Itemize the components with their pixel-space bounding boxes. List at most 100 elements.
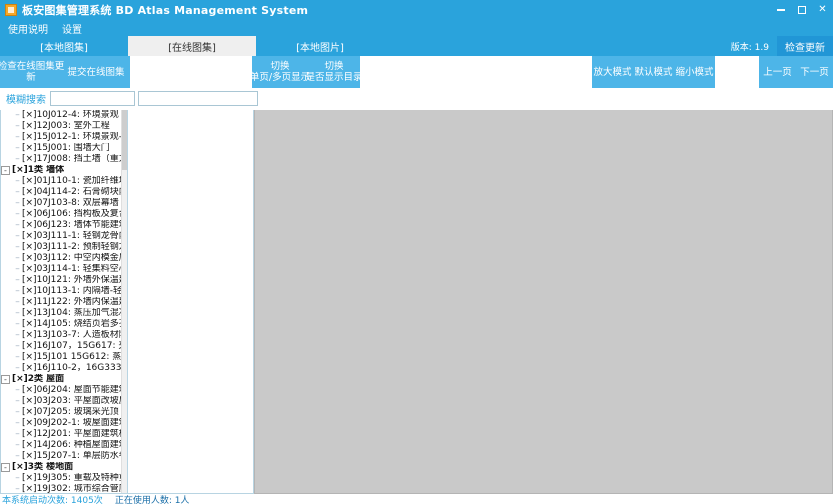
tree-leaf-node[interactable]: – [×]10J121: 外墙外保温建: [1, 275, 123, 286]
tree-leaf-node[interactable]: – [×]12J003: 室外工程: [1, 121, 123, 132]
tree-leaf-node[interactable]: –[×]15J101 15G612: 蒸压混: [1, 352, 123, 363]
close-icon[interactable]: ✕: [812, 0, 833, 20]
tree-leaf-node[interactable]: – [×]03J203: 平屋面改坡屋: [1, 396, 123, 407]
tree-leaf-node[interactable]: – [×]03J111-2: 预制轻钢龙: [1, 242, 123, 253]
tree-leaf-node[interactable]: – [×]09J202-1: 坡屋面建筑: [1, 418, 123, 429]
tree-node-label: [×]01J110-1: 瓷加纤维增: [22, 176, 123, 186]
tree-node-label: [×]15J207-1: 单层防水卷: [22, 451, 123, 461]
tree-group-node[interactable]: - [×]1类 墙体: [1, 165, 123, 176]
tree-leaf-node[interactable]: – [×]14J206: 种植屋面建筑: [1, 440, 123, 451]
tree-leaf-node[interactable]: – [×]13J104: 蒸压加气混凝: [1, 308, 123, 319]
tree-leaf-node[interactable]: – [×]13J103-7: 人造板材隔: [1, 330, 123, 341]
tree-guide-icon: –: [15, 407, 20, 417]
tree-guide-icon: –: [15, 297, 20, 307]
menu-item-usage[interactable]: 使用说明: [8, 21, 48, 36]
zoom-in-mode-button[interactable]: 放大模式: [592, 56, 633, 88]
tree-leaf-node[interactable]: – [×]15J012-1: 环境景观-1: [1, 132, 123, 143]
tree-expander-icon[interactable]: -: [1, 375, 10, 384]
tree-leaf-node[interactable]: – [×]07J103-8: 双层幕墙: [1, 198, 123, 209]
catalog-panel[interactable]: [128, 110, 254, 494]
search-input[interactable]: [50, 90, 135, 106]
tree-leaf-node[interactable]: – [×]03J111-1: 轻钢龙骨内: [1, 231, 123, 242]
tree-leaf-node[interactable]: –[×]16J107，15G617: 夹心: [1, 341, 123, 352]
tree-leaf-node[interactable]: – [×]01J110-1: 瓷加纤维增: [1, 176, 123, 187]
tree-node-label: [×]06J106: 挡构板及复合: [22, 209, 123, 219]
status-bar: 本系统启动次数: 1405次 正在使用人数: 1人: [0, 494, 833, 504]
toggle-page-display-button[interactable]: 切换 单页/多页显示: [249, 56, 311, 88]
tree-leaf-node[interactable]: – [×]06J106: 挡构板及复合: [1, 209, 123, 220]
next-page-button[interactable]: 下一页: [796, 56, 833, 88]
tree-node-label: [×]17J008: 挡土墙（重力: [22, 154, 123, 164]
tree-guide-icon: –: [15, 418, 20, 428]
toggle-page-display-label-2: 单页/多页显示: [249, 72, 311, 83]
tree-guide-icon: –: [15, 242, 20, 252]
tree-scrollbar-thumb[interactable]: [122, 110, 127, 170]
submit-online-atlas-button[interactable]: 提交在线图集: [62, 56, 130, 88]
tree-leaf-node[interactable]: – [×]07J205: 玻璃采光顶: [1, 407, 123, 418]
tree-node-label: [×]03J112: 中空内模金属: [22, 253, 123, 263]
tree-guide-icon: –: [15, 396, 20, 406]
check-online-atlas-update-button[interactable]: 检查在线图集更 新: [0, 56, 64, 88]
tree-node-label: [×]09J202-1: 坡屋面建筑: [22, 418, 123, 428]
tree-leaf-node[interactable]: – [×]03J114-1: 轻集料空心: [1, 264, 123, 275]
tree-group-node[interactable]: - [×]3类 楼地面: [1, 462, 123, 473]
tree-guide-icon: –: [15, 429, 20, 439]
secondary-search-field[interactable]: [138, 90, 258, 106]
tree-guide-icon: –: [15, 132, 20, 142]
tab-local-atlas[interactable]: [本地图集]: [0, 36, 128, 56]
tree-leaf-node[interactable]: – [×]15J207-1: 单层防水卷: [1, 451, 123, 462]
tree-group-node[interactable]: - [×]2类 屋面: [1, 374, 123, 385]
tree-leaf-node[interactable]: –[×]16J110-2，16G333: 挤: [1, 363, 123, 374]
toggle-catalog-button[interactable]: 切换 是否显示目录: [305, 56, 363, 88]
tree-node-label: [×]10J121: 外墙外保温建: [22, 275, 123, 285]
tree-leaf-node[interactable]: – [×]06J204: 屋面节能建筑: [1, 385, 123, 396]
tree-leaf-node[interactable]: –[×]10J012-4: 环境景观 - 滨: [1, 110, 123, 121]
tree-leaf-node[interactable]: – [×]06J123: 墙体节能建筑: [1, 220, 123, 231]
tree-leaf-node[interactable]: – [×]14J105: 烧结页岩多孔: [1, 319, 123, 330]
tree-node-label: [×]12J003: 室外工程: [22, 121, 110, 131]
window-controls: ✕: [770, 0, 833, 20]
tree-leaf-node[interactable]: – [×]04J114-2: 石膏砌块内: [1, 187, 123, 198]
tree-leaf-node[interactable]: – [×]10J113-1: 内隔墙-轻: [1, 286, 123, 297]
check-online-atlas-update-label-2: 新: [26, 72, 36, 83]
tree-guide-icon: –: [15, 220, 20, 230]
tree-expander-icon[interactable]: -: [1, 463, 10, 472]
minimize-icon[interactable]: [770, 0, 791, 20]
toolbar-zoom-group: 放大模式 默认模式 缩小模式: [592, 56, 715, 88]
tree-leaf-node[interactable]: – [×]19J305: 重载及特种重: [1, 473, 123, 484]
tree-vertical-scrollbar[interactable]: [121, 110, 127, 493]
toggle-catalog-label-2: 是否显示目录: [305, 72, 363, 83]
tab-online-atlas[interactable]: [在线图集]: [128, 36, 256, 56]
document-canvas[interactable]: [254, 110, 833, 494]
prev-page-button[interactable]: 上一页: [759, 56, 796, 88]
tree-leaf-node[interactable]: – [×]03J112: 中空内模金属: [1, 253, 123, 264]
atlas-tree[interactable]: –[×]10J012-4: 环境景观 - 滨–[×]12J003: 室外工程–[…: [1, 110, 123, 493]
tree-leaf-node[interactable]: – [×]19J302: 城市综合管廊: [1, 484, 123, 493]
tree-leaf-node[interactable]: – [×]17J008: 挡土墙（重力: [1, 154, 123, 165]
tree-expander-icon[interactable]: -: [1, 166, 10, 175]
tree-leaf-node[interactable]: – [×]15J001: 围墙大门: [1, 143, 123, 154]
menu-item-settings[interactable]: 设置: [62, 21, 82, 36]
tree-node-label: [×]19J302: 城市综合管廊: [22, 484, 123, 493]
default-mode-button[interactable]: 默认模式: [633, 56, 674, 88]
check-update-button[interactable]: 检查更新: [777, 36, 833, 56]
tree-node-label: [×]12J201: 平屋面建筑构: [22, 429, 123, 439]
tree-leaf-node[interactable]: – [×]11J122: 外墙内保温建: [1, 297, 123, 308]
tab-local-image[interactable]: [本地图片]: [256, 36, 384, 56]
zoom-out-mode-button[interactable]: 缩小模式: [674, 56, 715, 88]
tree-node-label: [×]16J110-2，16G333: 挤: [22, 363, 123, 373]
maximize-icon[interactable]: [791, 0, 812, 20]
tree-leaf-node[interactable]: – [×]12J201: 平屋面建筑构: [1, 429, 123, 440]
